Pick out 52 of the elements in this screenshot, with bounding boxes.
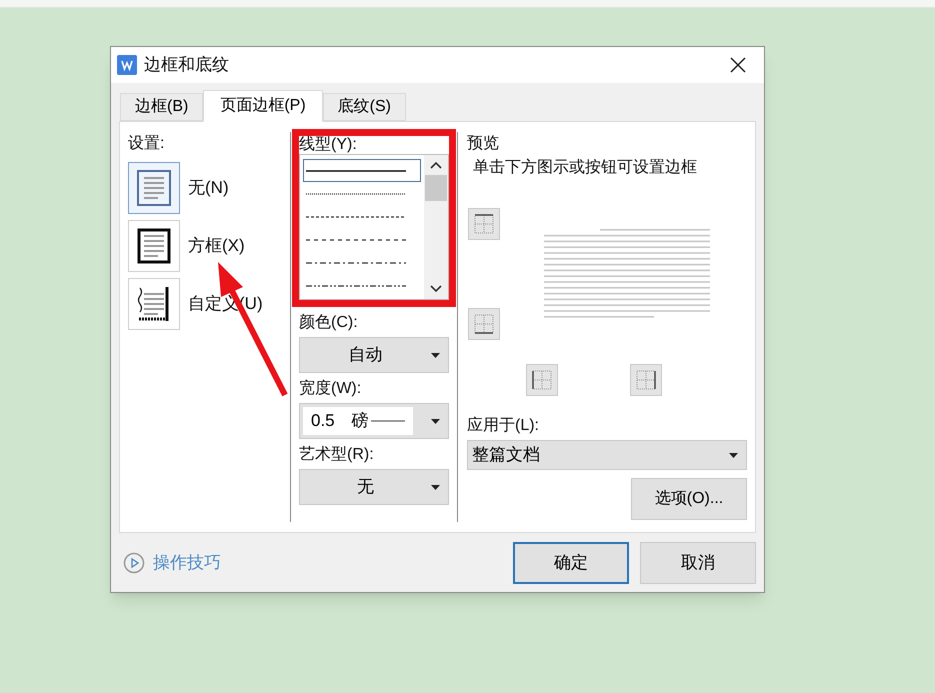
line-sample-icon <box>306 216 406 218</box>
settings-label: 设置: <box>128 134 166 154</box>
play-icon <box>123 552 145 574</box>
width-label: 宽度(W): <box>299 378 362 399</box>
dropdown-caret-icon <box>431 484 440 490</box>
border-position-icon <box>531 369 553 391</box>
preview-label: 预览 <box>467 134 500 154</box>
app-logo-icon <box>117 55 137 75</box>
line-sample-icon <box>306 284 406 286</box>
line-style-label: 线型(Y): <box>299 136 358 154</box>
line-sample-icon <box>306 262 406 264</box>
border-toggle-button[interactable] <box>468 208 500 240</box>
cancel-button[interactable]: 取消 <box>640 542 756 584</box>
line-style-list[interactable] <box>299 154 449 300</box>
close-icon <box>730 57 746 73</box>
dropdown-caret-icon <box>729 452 738 458</box>
color-label: 颜色(C): <box>299 312 359 333</box>
scrollbar[interactable] <box>424 155 448 299</box>
setting-preset-label: 无(N) <box>188 177 229 200</box>
border-position-icon <box>473 213 495 235</box>
setting-preset-button[interactable] <box>128 278 180 330</box>
setting-preset-button[interactable] <box>128 220 180 272</box>
border-toggle-button[interactable] <box>630 364 662 396</box>
art-label: 艺术型(R): <box>299 444 375 465</box>
dropdown-caret-icon <box>431 352 440 358</box>
window-title: 边框和底纹 <box>144 54 229 76</box>
border-toggle-button[interactable] <box>468 308 500 340</box>
apply-to-label: 应用于(L): <box>467 416 540 436</box>
line-sample-icon <box>306 192 406 194</box>
border-position-icon <box>635 369 657 391</box>
line-sample-icon <box>370 420 405 422</box>
scroll-up-icon[interactable] <box>430 161 442 169</box>
art-style-dropdown[interactable]: 无 <box>299 469 449 505</box>
tab[interactable]: 边框(B) <box>120 93 204 121</box>
scroll-down-icon[interactable] <box>430 285 442 293</box>
line-sample-icon <box>306 170 406 172</box>
border-toggle-button[interactable] <box>526 364 558 396</box>
apply-to-dropdown[interactable]: 整篇文档 <box>467 440 747 470</box>
scrollbar-thumb[interactable] <box>425 175 447 201</box>
setting-preset-label: 方框(X) <box>188 235 245 258</box>
tab[interactable]: 页面边框(P) <box>203 90 323 122</box>
line-sample-icon <box>306 238 406 240</box>
tab[interactable]: 底纹(S) <box>322 93 406 121</box>
ok-button[interactable]: 确定 <box>513 542 629 584</box>
line-style-option[interactable] <box>303 159 421 182</box>
options-button[interactable]: 选项(O)... <box>631 478 747 520</box>
color-dropdown[interactable]: 自动 <box>299 337 449 373</box>
border-position-icon <box>473 313 495 335</box>
width-dropdown[interactable]: 0.5 磅 <box>299 403 449 439</box>
border-preset-icon <box>134 168 174 208</box>
dropdown-caret-icon <box>431 418 440 424</box>
preview-hint: 单击下方图示或按钮可设置边框 <box>473 158 698 178</box>
